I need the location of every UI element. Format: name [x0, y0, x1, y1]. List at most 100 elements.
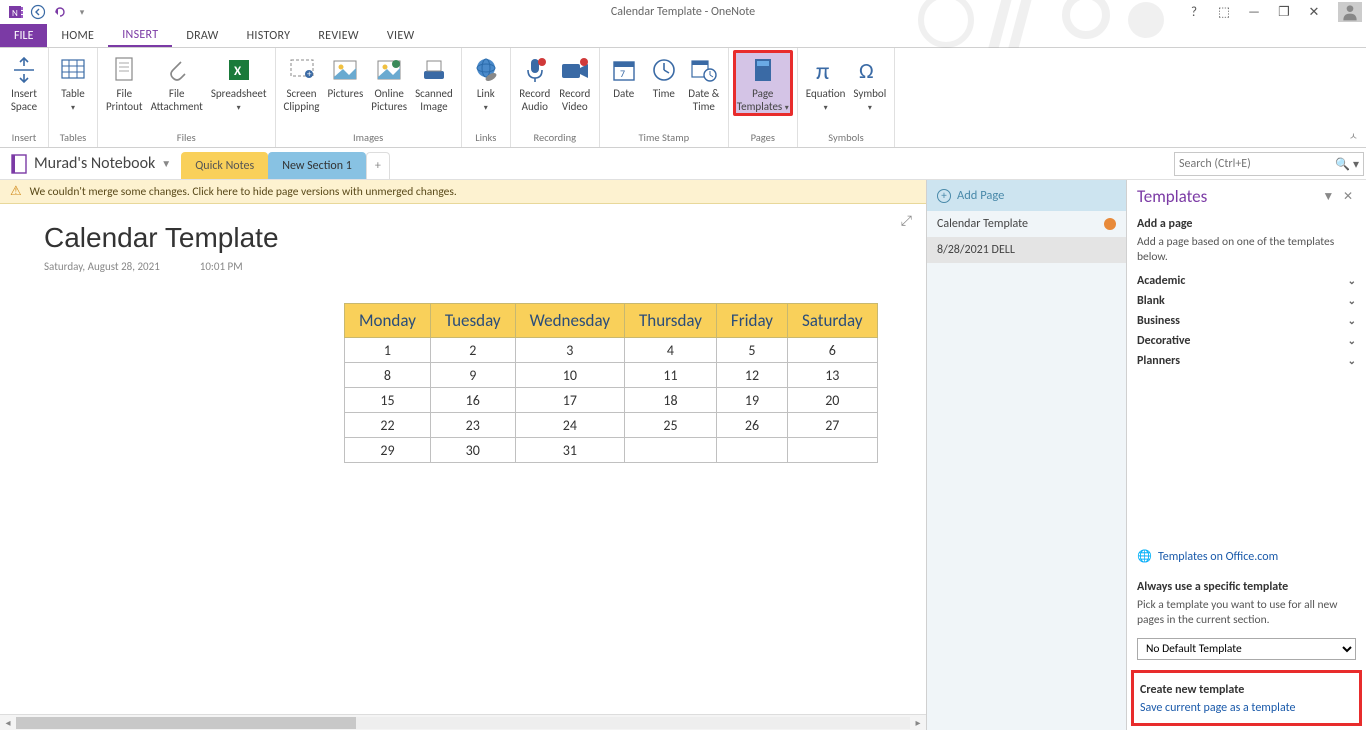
notebook-selector[interactable]: Murad's Notebook ▼: [0, 148, 181, 179]
calendar-cell[interactable]: 25: [625, 413, 717, 438]
table-button[interactable]: Table▾: [53, 50, 93, 113]
add-section-button[interactable]: +: [366, 152, 390, 179]
calendar-cell[interactable]: [788, 438, 878, 463]
user-avatar[interactable]: [1338, 2, 1362, 22]
calendar-cell[interactable]: 26: [716, 413, 787, 438]
ribbon-label: InsertSpace: [11, 88, 37, 113]
tab-insert[interactable]: INSERT: [108, 24, 172, 47]
link-button[interactable]: Link▾: [466, 50, 506, 113]
calendar-cell[interactable]: 12: [716, 363, 787, 388]
template-category-planners[interactable]: Planners⌄: [1137, 351, 1356, 371]
file-printout-button[interactable]: FilePrintout: [102, 50, 147, 113]
undo-icon[interactable]: [50, 2, 70, 22]
date-time-button[interactable]: Date &Time: [684, 50, 724, 113]
record-audio-button[interactable]: RecordAudio: [515, 50, 555, 113]
calendar-cell[interactable]: 10: [515, 363, 624, 388]
calendar-cell[interactable]: 19: [716, 388, 787, 413]
calendar-cell[interactable]: 24: [515, 413, 624, 438]
page-item-dell[interactable]: 8/28/2021 DELL: [927, 237, 1126, 263]
merge-warning-bar[interactable]: ⚠ We couldn't merge some changes. Click …: [0, 180, 926, 204]
calendar-cell[interactable]: 18: [625, 388, 717, 413]
globe-link-icon: [470, 54, 502, 86]
minimize-icon[interactable]: —: [1242, 2, 1266, 22]
template-category-blank[interactable]: Blank⌄: [1137, 291, 1356, 311]
template-category-academic[interactable]: Academic⌄: [1137, 271, 1356, 291]
save-template-link[interactable]: Save current page as a template: [1140, 701, 1353, 715]
calendar-cell[interactable]: 9: [430, 363, 515, 388]
calendar-cell[interactable]: 13: [788, 363, 878, 388]
horizontal-scrollbar[interactable]: ◂ ▸: [0, 714, 926, 730]
template-category-business[interactable]: Business⌄: [1137, 311, 1356, 331]
help-icon[interactable]: ?: [1182, 2, 1206, 22]
default-template-select[interactable]: No Default Template: [1137, 638, 1356, 660]
calendar-cell[interactable]: 5: [716, 338, 787, 363]
scanned-image-button[interactable]: ScannedImage: [411, 50, 457, 113]
pane-options-icon[interactable]: ▼: [1319, 190, 1337, 204]
add-page-button[interactable]: + Add Page: [927, 180, 1126, 211]
restore-icon[interactable]: ❐: [1272, 2, 1296, 22]
page-item-calendar-template[interactable]: Calendar Template: [927, 211, 1126, 237]
time-button[interactable]: Time: [644, 50, 684, 101]
tab-home[interactable]: HOME: [47, 24, 108, 47]
search-box[interactable]: 🔍 ▾: [1174, 152, 1364, 176]
calendar-cell[interactable]: [625, 438, 717, 463]
record-video-button[interactable]: RecordVideo: [555, 50, 595, 113]
calendar-cell[interactable]: 17: [515, 388, 624, 413]
calendar-cell[interactable]: 31: [515, 438, 624, 463]
page-canvas[interactable]: ⤢ Calendar Template Saturday, August 28,…: [0, 204, 926, 714]
ribbon-display-icon[interactable]: ⬚: [1212, 2, 1236, 22]
section-tab-new-section[interactable]: New Section 1: [268, 152, 366, 179]
online-pictures-button[interactable]: OnlinePictures: [367, 50, 411, 113]
screen-clipping-button[interactable]: + ScreenClipping: [280, 50, 324, 113]
search-input[interactable]: [1179, 157, 1335, 171]
calendar-table[interactable]: MondayTuesdayWednesdayThursdayFridaySatu…: [344, 303, 878, 463]
page-title[interactable]: Calendar Template: [44, 222, 926, 254]
expand-icon[interactable]: ⤢: [901, 212, 912, 229]
back-icon[interactable]: [28, 2, 48, 22]
date-button[interactable]: 7 Date: [604, 50, 644, 101]
calendar-cell[interactable]: 22: [345, 413, 431, 438]
calendar-cell[interactable]: 23: [430, 413, 515, 438]
tab-review[interactable]: REVIEW: [304, 24, 373, 47]
tab-view[interactable]: VIEW: [373, 24, 429, 47]
scroll-track[interactable]: [16, 717, 910, 729]
scroll-right-icon[interactable]: ▸: [910, 716, 926, 729]
calendar-cell[interactable]: 20: [788, 388, 878, 413]
search-icon[interactable]: 🔍 ▾: [1335, 157, 1359, 172]
section-tab-quick-notes[interactable]: Quick Notes: [181, 152, 268, 179]
file-tab[interactable]: FILE: [0, 24, 47, 47]
calendar-cell[interactable]: 2: [430, 338, 515, 363]
symbol-button[interactable]: Ω Symbol▾: [849, 50, 890, 113]
qat-customize-icon[interactable]: ▾: [72, 2, 92, 22]
template-category-decorative[interactable]: Decorative⌄: [1137, 331, 1356, 351]
calendar-cell[interactable]: 16: [430, 388, 515, 413]
tab-history[interactable]: HISTORY: [233, 24, 305, 47]
insert-space-button[interactable]: InsertSpace: [4, 50, 44, 113]
calendar-cell[interactable]: 30: [430, 438, 515, 463]
calendar-cell[interactable]: 15: [345, 388, 431, 413]
pane-close-icon[interactable]: ✕: [1340, 190, 1356, 204]
calendar-cell[interactable]: 1: [345, 338, 431, 363]
calendar-cell[interactable]: 29: [345, 438, 431, 463]
equation-button[interactable]: π Equation▾: [802, 50, 850, 113]
calendar-cell[interactable]: 4: [625, 338, 717, 363]
scroll-thumb[interactable]: [16, 717, 356, 729]
calendar-cell[interactable]: 8: [345, 363, 431, 388]
calendar-cell[interactable]: 6: [788, 338, 878, 363]
calendar-icon: 7: [608, 54, 640, 86]
pictures-button[interactable]: Pictures: [323, 50, 367, 101]
calendar-cell[interactable]: 3: [515, 338, 624, 363]
page-templates-button[interactable]: PageTemplates ▾: [733, 50, 793, 116]
calendar-cell[interactable]: 11: [625, 363, 717, 388]
calendar-cell[interactable]: [716, 438, 787, 463]
close-icon[interactable]: ✕: [1302, 2, 1326, 22]
chevron-down-icon: ⌄: [1348, 334, 1356, 347]
tab-draw[interactable]: DRAW: [172, 24, 232, 47]
collapse-ribbon-icon[interactable]: ㅅ: [1349, 128, 1366, 147]
calendar-cell[interactable]: 27: [788, 413, 878, 438]
file-attachment-button[interactable]: FileAttachment: [147, 50, 207, 113]
notebook-icon: [10, 154, 28, 174]
spreadsheet-button[interactable]: X Spreadsheet▾: [207, 50, 271, 113]
templates-office-link[interactable]: 🌐 Templates on Office.com: [1137, 543, 1356, 570]
scroll-left-icon[interactable]: ◂: [0, 716, 16, 729]
